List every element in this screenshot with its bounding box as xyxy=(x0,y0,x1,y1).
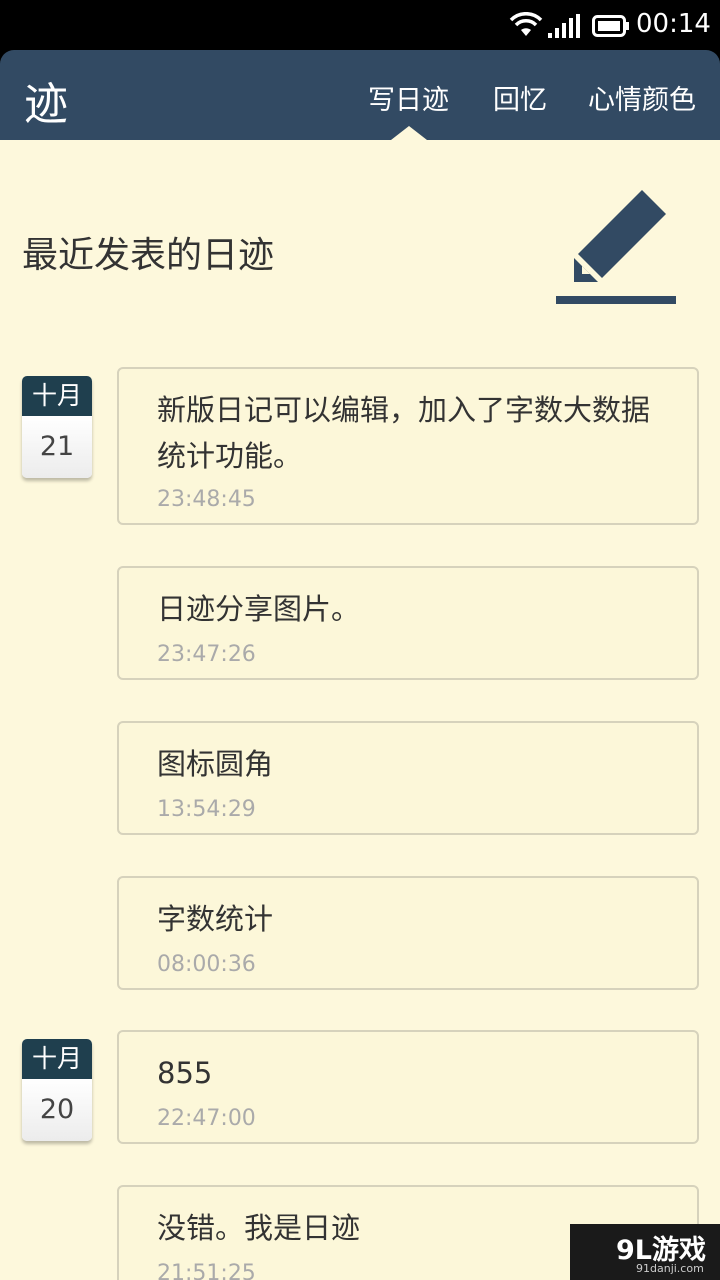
watermark-url: 91danji.com xyxy=(636,1262,704,1275)
date-month: 十月 xyxy=(22,376,92,416)
date-day: 20 xyxy=(22,1079,92,1141)
section-title: 最近发表的日迹 xyxy=(22,235,275,276)
entry-card[interactable]: 图标圆角 13:54:29 xyxy=(117,721,699,835)
entry-text: 855 xyxy=(157,1056,213,1090)
date-badge: 十月 20 xyxy=(22,1039,92,1141)
entry-time: 13:54:29 xyxy=(157,797,256,822)
entry-text: 字数统计 xyxy=(157,902,274,936)
entry-text: 新版日记可以编辑，加入了字数大数据统计功能。 xyxy=(157,393,651,473)
date-month: 十月 xyxy=(22,1039,92,1079)
tab-memory[interactable]: 回忆 xyxy=(493,78,547,117)
watermark: 9L游戏 91danji.com xyxy=(570,1224,720,1280)
compose-button[interactable] xyxy=(552,186,682,310)
entry-text: 日迹分享图片。 xyxy=(157,592,361,626)
pencil-icon xyxy=(556,190,676,304)
entry-text: 图标圆角 xyxy=(157,747,274,781)
date-day: 21 xyxy=(22,416,92,478)
main-content: 最近发表的日迹 十月 21 新版日记可以编辑，加入了字数大数据统计功能。 23:… xyxy=(0,140,720,1280)
entry-card[interactable]: 日迹分享图片。 23:47:26 xyxy=(117,566,699,680)
wifi-icon xyxy=(509,12,543,36)
entry-time: 23:48:45 xyxy=(157,487,256,512)
app-logo: 迹 xyxy=(24,79,68,130)
entry-time: 22:47:00 xyxy=(157,1106,256,1131)
signal-icon xyxy=(548,14,580,38)
entry-time: 08:00:36 xyxy=(157,952,256,977)
status-time: 00:14 xyxy=(636,9,711,39)
battery-icon xyxy=(592,15,629,37)
tab-write[interactable]: 写日迹 xyxy=(368,78,449,117)
entry-card[interactable]: 855 22:47:00 xyxy=(117,1030,699,1144)
entry-card[interactable]: 新版日记可以编辑，加入了字数大数据统计功能。 23:48:45 xyxy=(117,367,699,525)
entry-card[interactable]: 字数统计 08:00:36 xyxy=(117,876,699,990)
entry-time: 21:51:25 xyxy=(157,1261,256,1280)
app-bar: 迹 写日迹 回忆 心情颜色 xyxy=(0,50,720,140)
active-tab-indicator xyxy=(391,126,427,140)
status-bar: 00:14 xyxy=(0,0,720,50)
entry-time: 23:47:26 xyxy=(157,642,256,667)
tab-mood-color[interactable]: 心情颜色 xyxy=(588,78,696,117)
date-badge: 十月 21 xyxy=(22,376,92,478)
